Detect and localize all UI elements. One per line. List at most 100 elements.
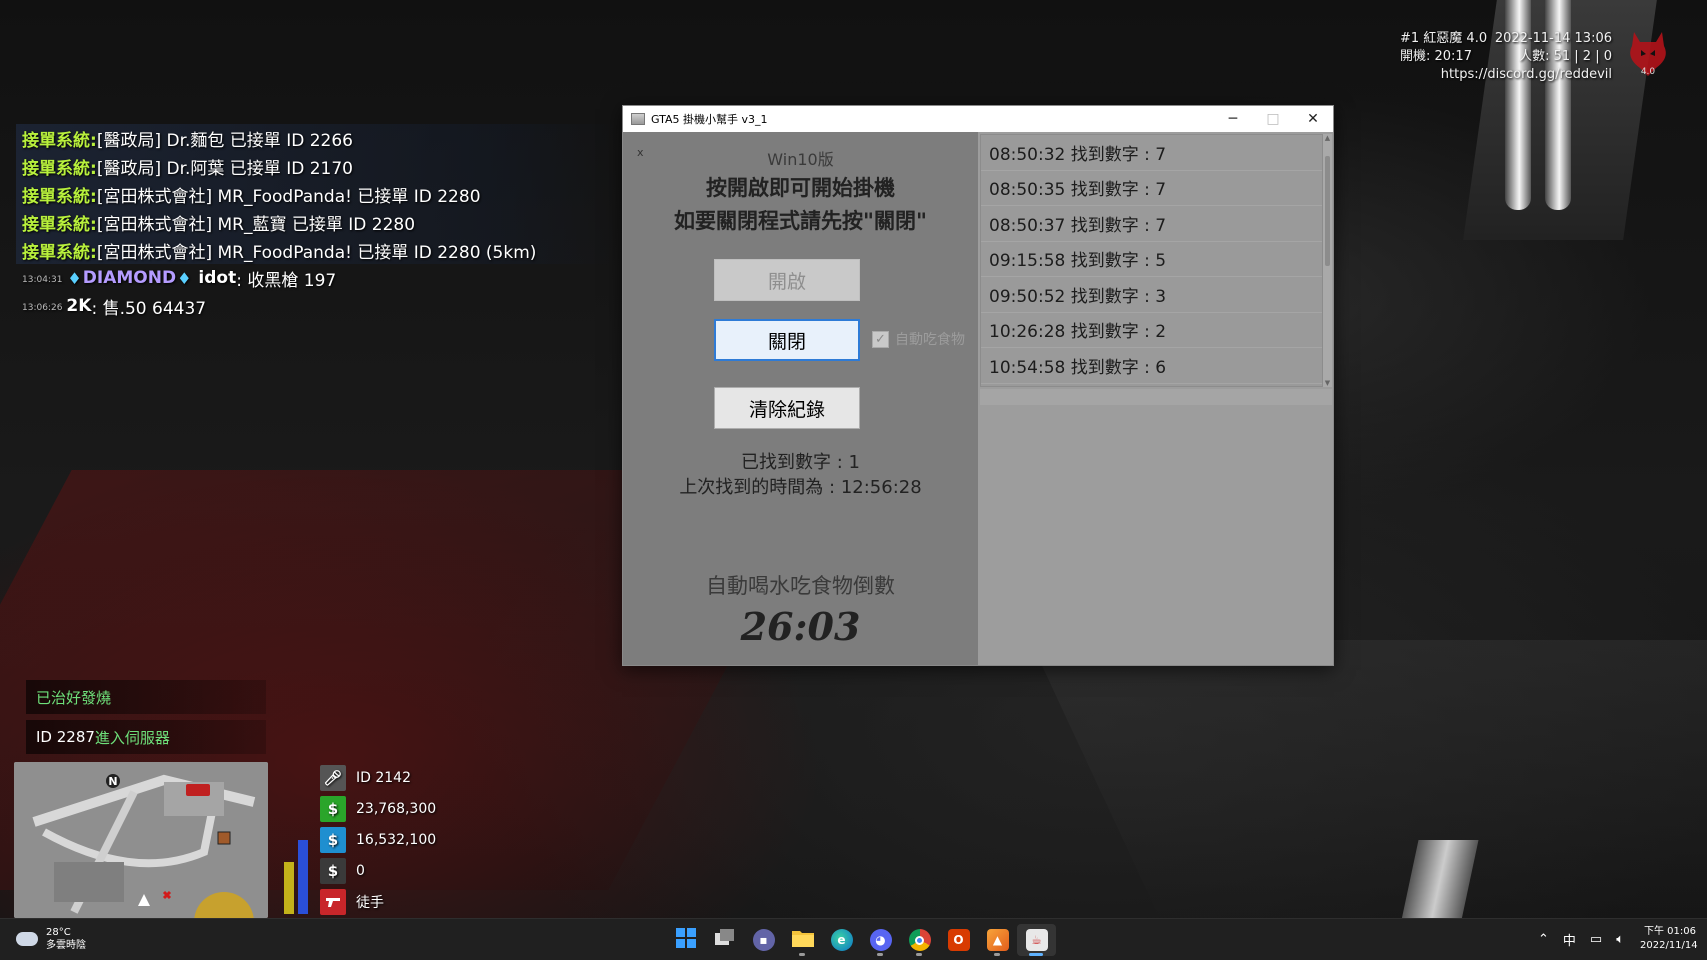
window-title: GTA5 掛機小幫手 v3_1	[651, 113, 768, 126]
chat-prefix: 接單系統:	[22, 214, 97, 235]
window-titlebar[interactable]: GTA5 掛機小幫手 v3_1 ─ □ ✕	[623, 106, 1333, 132]
taskbar-apps: ▪ e ◕ O ▲ ☕︎	[666, 924, 1056, 956]
control-panel: x Win10版 按開啟即可開始掛機 如要關閉程式請先按"關閉" 開啟 關閉 ✓…	[623, 132, 978, 665]
log-item[interactable]: 09:15:58 找到數字 : 5	[981, 242, 1322, 277]
instruction-line-1: 按開啟即可開始掛機	[706, 176, 895, 200]
volume-icon[interactable]: 🔈︎	[1616, 932, 1624, 947]
stop-button[interactable]: 關閉	[714, 319, 860, 361]
edge-button[interactable]: e	[822, 924, 861, 956]
found-count-text: 已找到數字 : 1	[741, 452, 860, 473]
chat-prefix: 接單系統:	[22, 242, 97, 263]
tray-overflow-chevron-icon[interactable]: ⌃	[1538, 932, 1549, 947]
food-bar	[284, 862, 294, 914]
task-view-button[interactable]	[705, 924, 744, 956]
chat-rank-tag: DIAMOND	[82, 268, 177, 288]
chat-line: 接單系統: [醫政局] Dr.麵包 已接單 ID 2266	[16, 124, 616, 152]
last-found-time-text: 上次找到的時間為 : 12:56:28	[679, 477, 922, 498]
scroll-up-arrow-icon[interactable]: ▲	[1323, 134, 1332, 142]
player-stats: 🎤︎ ID 2142 $ 23,768,300 $ 16,532,100 $ 0…	[320, 762, 480, 917]
logo-text: 4.0	[1641, 67, 1656, 77]
dirty-money-icon: $	[320, 857, 346, 884]
stat-row-cash: $ 23,768,300	[320, 793, 480, 824]
task-view-icon	[714, 929, 735, 951]
clock-time: 下午 01:06	[1644, 926, 1696, 937]
office-button[interactable]: O	[939, 924, 978, 956]
instruction-line-2: 如要關閉程式請先按"關閉"	[674, 209, 927, 233]
mic-muted-icon: 🎤︎	[320, 764, 346, 791]
close-window-button[interactable]: ✕	[1293, 106, 1333, 132]
weapon-value: 徒手	[356, 894, 384, 911]
edge-icon: e	[830, 929, 853, 951]
instruction-text: 按開啟即可開始掛機 如要關閉程式請先按"關閉"	[623, 172, 978, 238]
chat-line: 13:04:31 ♦ DIAMOND ♦ idot : 收黑槍 197	[16, 264, 616, 292]
file-explorer-button[interactable]	[783, 924, 822, 956]
discord-icon: ◕	[869, 929, 892, 951]
cash-icon: $	[320, 795, 346, 822]
weather-widget[interactable]: 28°C 多雲時陰	[16, 926, 86, 952]
chat-timestamp: 13:04:31	[22, 275, 63, 285]
gun-icon	[320, 888, 346, 915]
office-icon: O	[947, 929, 970, 951]
bank-value: 16,532,100	[356, 831, 437, 848]
ime-indicator[interactable]: 中	[1563, 930, 1576, 949]
log-item[interactable]: 10:54:58 找到數字 : 6	[981, 348, 1322, 384]
auto-eat-checkbox[interactable]: ✓	[872, 330, 889, 348]
scroll-thumb[interactable]	[1325, 156, 1330, 266]
stat-row-dirty: $ 0	[320, 855, 480, 886]
chat-prefix: 接單系統:	[22, 186, 97, 207]
chat-message: : 收黑槍 197	[236, 270, 337, 291]
auto-eat-checkbox-wrap[interactable]: ✓ 自動吃食物	[872, 329, 965, 349]
server-info: #1 紅惡魔 4.0 2022-11-14 13:06 開機: 20:17 人數…	[1400, 30, 1612, 84]
chrome-button[interactable]	[900, 924, 939, 956]
system-tray: ⌃ 中 ▭ 🔈︎	[1538, 930, 1638, 949]
red-devil-logo-icon: 4.0	[1626, 28, 1670, 80]
start-button[interactable]	[666, 924, 705, 956]
clear-log-button[interactable]: 清除紀錄	[714, 387, 860, 429]
log-scrollbar[interactable]: ▲ ▼	[1323, 134, 1332, 387]
chat-line: 13:06:26 2K : 售.50 64437	[16, 292, 616, 320]
chat-message: [醫政局] Dr.阿葉 已接單 ID 2170	[96, 158, 353, 179]
countdown-value: 26:03	[740, 604, 861, 649]
chat-message: [醫政局] Dr.麵包 已接單 ID 2266	[96, 130, 353, 151]
chat-timestamp: 13:06:26	[22, 303, 63, 313]
chat-message: : 售.50 64437	[91, 298, 207, 319]
version-label: Win10版	[767, 150, 834, 169]
log-item[interactable]: 08:50:37 找到數字 : 7	[981, 206, 1322, 242]
open-button[interactable]: 開啟	[714, 259, 860, 301]
orange-app-button[interactable]: ▲	[978, 924, 1017, 956]
running-indicator	[799, 953, 805, 956]
notification-id: ID 2287	[36, 728, 95, 746]
taskbar: 28°C 多雲時陰 ▪ e ◕ O ▲ ☕︎ ⌃ 中 ▭ 🔈︎ 下午 01:06…	[0, 918, 1707, 960]
server-url: https://discord.gg/reddevil	[1440, 67, 1612, 82]
windows-logo-icon	[675, 928, 696, 952]
diamond-icon: ♦	[177, 268, 192, 288]
java-app-button[interactable]: ☕︎	[1017, 924, 1056, 956]
log-item[interactable]: 08:50:32 找到數字 : 7	[981, 135, 1322, 171]
server-uptime: 開機: 20:17	[1400, 49, 1472, 64]
server-datetime: 2022-11-14 13:06	[1494, 31, 1612, 46]
discord-button[interactable]: ◕	[861, 924, 900, 956]
chat-line: 接單系統: [醫政局] Dr.阿葉 已接單 ID 2170	[16, 152, 616, 180]
status-bars	[284, 834, 314, 914]
minimize-button[interactable]: ─	[1213, 106, 1253, 132]
minimap-north-indicator: N	[106, 774, 120, 788]
player-id: ID 2142	[356, 769, 411, 786]
network-icon[interactable]: ▭	[1590, 932, 1602, 947]
chat-feed: 接單系統: [醫政局] Dr.麵包 已接單 ID 2266 接單系統: [醫政局…	[16, 124, 616, 320]
minimap-roads	[14, 762, 268, 918]
stat-row-bank: $ 16,532,100	[320, 824, 480, 855]
chat-message: [宮田株式會社] MR_FoodPanda! 已接單 ID 2280	[96, 186, 481, 207]
diamond-icon: ♦	[67, 268, 82, 288]
scroll-down-arrow-icon[interactable]: ▼	[1323, 379, 1332, 387]
weather-temperature: 28°C	[46, 927, 71, 938]
chat-message: [宮田株式會社] MR_藍寶 已接單 ID 2280	[96, 214, 416, 235]
log-item[interactable]: 10:26:28 找到數字 : 2	[981, 313, 1322, 348]
maximize-button[interactable]: □	[1253, 106, 1293, 132]
server-name: #1 紅惡魔 4.0	[1400, 31, 1488, 46]
log-item[interactable]: 09:50:52 找到數字 : 3	[981, 277, 1322, 313]
log-list[interactable]: 08:50:32 找到數字 : 7 08:50:35 找到數字 : 7 08:5…	[980, 134, 1323, 387]
water-bar	[298, 840, 308, 914]
log-item[interactable]: 08:50:35 找到數字 : 7	[981, 171, 1322, 206]
taskbar-clock[interactable]: 下午 01:06 2022/11/14	[1640, 925, 1698, 953]
teams-chat-button[interactable]: ▪	[744, 924, 783, 956]
